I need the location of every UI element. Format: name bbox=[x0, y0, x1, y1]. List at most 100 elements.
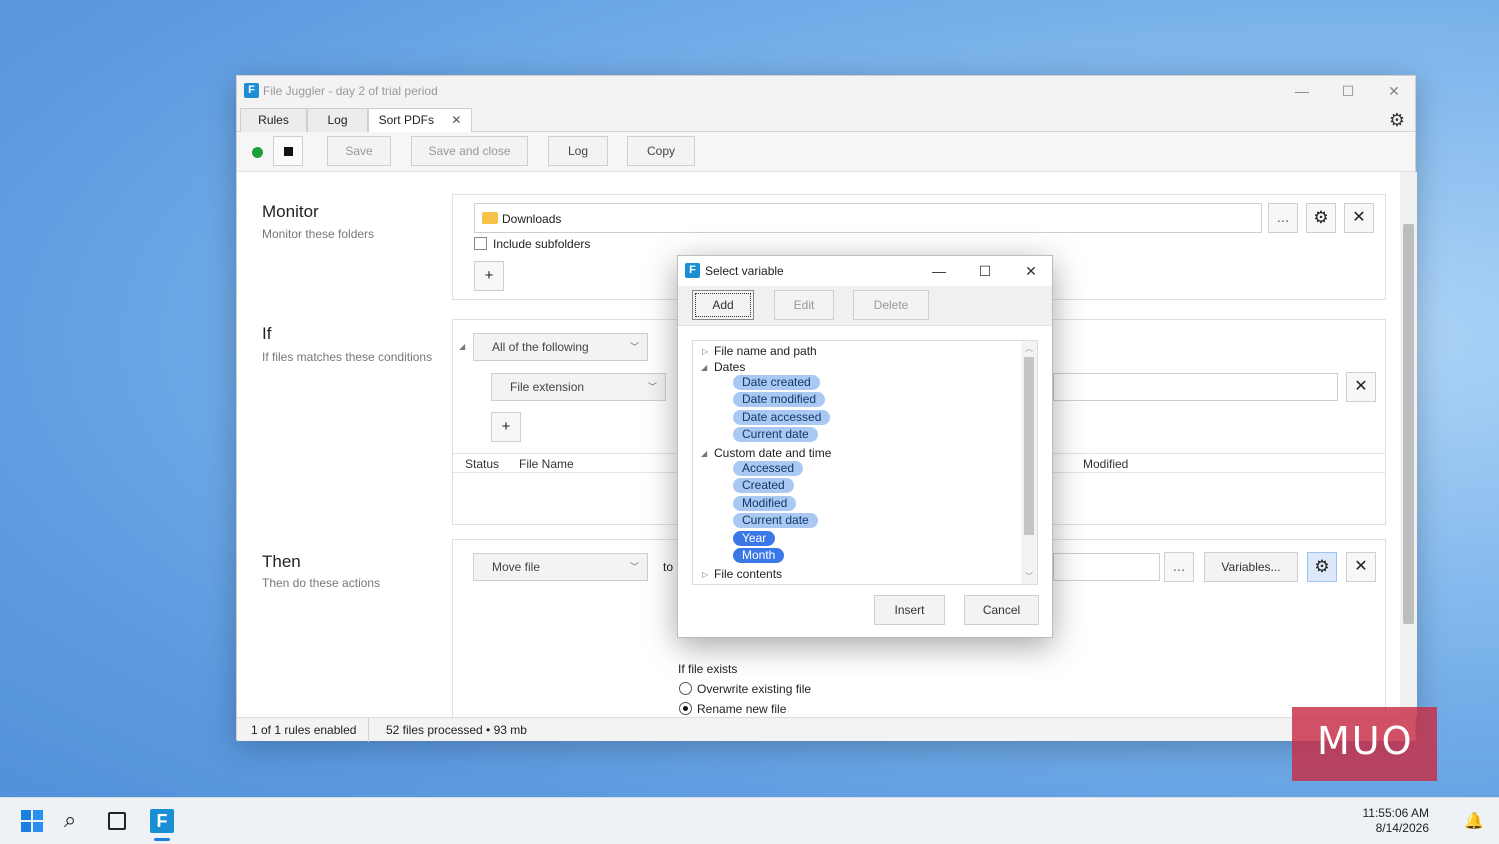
file-juggler-taskbar-icon[interactable]: F bbox=[150, 809, 174, 833]
action-value: Move file bbox=[492, 560, 541, 574]
variable-accessed[interactable]: Accessed bbox=[733, 461, 804, 476]
copy-button[interactable]: Copy bbox=[627, 136, 695, 166]
if-subtitle: If files matches these conditions bbox=[262, 350, 433, 364]
tab-rules[interactable]: Rules bbox=[240, 108, 307, 132]
file-name-column[interactable]: File Name bbox=[519, 457, 574, 471]
rules-enabled-text: 1 of 1 rules enabled bbox=[251, 723, 357, 737]
then-title: Then bbox=[262, 552, 301, 571]
chevron-down-icon: ﹀ bbox=[647, 382, 657, 392]
variable-date-accessed[interactable]: Date accessed bbox=[733, 410, 831, 425]
match-mode-dropdown[interactable]: All of the following ﹀ bbox=[473, 333, 648, 361]
clock-date: 8/14/2026 bbox=[1375, 821, 1429, 835]
windows-start-icon[interactable] bbox=[21, 810, 43, 832]
files-processed-text: 52 files processed • 93 mb bbox=[386, 723, 527, 737]
tree-scrollbar-thumb[interactable] bbox=[1024, 357, 1034, 535]
tab-sort-pdfs[interactable]: Sort PDFs ✕ bbox=[368, 108, 472, 133]
dialog-title-bar[interactable]: F Select variable — ☐ ✕ bbox=[678, 256, 1052, 286]
folder-icon bbox=[482, 212, 498, 224]
expand-triangle-icon[interactable]: ▷ bbox=[702, 570, 708, 579]
collapse-triangle-icon[interactable]: ◢ bbox=[459, 342, 465, 351]
rename-label: Rename new file bbox=[697, 702, 787, 716]
action-gear-icon[interactable]: ⚙ bbox=[1307, 552, 1337, 582]
minimize-button[interactable]: — bbox=[1279, 76, 1325, 106]
scroll-up-icon[interactable]: ︿ bbox=[1025, 343, 1033, 354]
tray-clock[interactable]: 11:55:06 AM 8/14/2026 bbox=[1363, 806, 1430, 836]
save-and-close-button[interactable]: Save and close bbox=[411, 136, 528, 166]
overwrite-radio[interactable] bbox=[679, 682, 692, 695]
add-condition-button[interactable]: + bbox=[491, 412, 521, 442]
active-app-indicator bbox=[154, 838, 170, 841]
main-scrollbar[interactable] bbox=[1400, 172, 1417, 717]
collapse-triangle-icon[interactable]: ◢ bbox=[701, 363, 707, 372]
maximize-button[interactable]: ☐ bbox=[1325, 76, 1371, 106]
remove-action-close-icon[interactable]: ✕ bbox=[1346, 552, 1376, 582]
add-variable-button[interactable]: Add bbox=[692, 290, 754, 320]
monitor-title: Monitor bbox=[262, 202, 319, 221]
variable-modified[interactable]: Modified bbox=[733, 496, 797, 511]
tab-sort-pdfs-label: Sort PDFs bbox=[378, 113, 434, 127]
monitor-folder-field[interactable]: Downloads bbox=[474, 203, 1262, 233]
variable-created[interactable]: Created bbox=[733, 478, 794, 493]
dialog-logo-icon: F bbox=[685, 263, 700, 278]
tree-node-file-contents[interactable]: File contents bbox=[714, 567, 782, 581]
browse-folder-button[interactable]: ... bbox=[1268, 203, 1298, 233]
browse-destination-button[interactable]: ... bbox=[1164, 552, 1194, 582]
condition-value-field[interactable] bbox=[1053, 373, 1338, 401]
tree-node-dates[interactable]: Dates bbox=[714, 360, 745, 374]
stop-icon bbox=[284, 147, 293, 156]
close-window-button[interactable]: ✕ bbox=[1371, 76, 1417, 106]
dialog-maximize-button[interactable]: ☐ bbox=[962, 256, 1008, 286]
variable-current-date[interactable]: Current date bbox=[733, 427, 818, 442]
status-column[interactable]: Status bbox=[465, 457, 499, 471]
title-bar[interactable]: F File Juggler - day 2 of trial period —… bbox=[237, 76, 1415, 106]
scroll-down-icon[interactable]: ﹀ bbox=[1025, 571, 1033, 582]
add-folder-button[interactable]: + bbox=[474, 261, 504, 291]
edit-variable-button[interactable]: Edit bbox=[774, 290, 834, 320]
insert-button[interactable]: Insert bbox=[874, 595, 945, 625]
chevron-down-icon: ﹀ bbox=[629, 562, 639, 572]
overwrite-label: Overwrite existing file bbox=[697, 682, 812, 696]
dialog-minimize-button[interactable]: — bbox=[916, 256, 962, 286]
notification-bell-icon[interactable]: 🔔 bbox=[1464, 811, 1484, 831]
destination-path-field[interactable] bbox=[1053, 553, 1160, 581]
condition-field-dropdown[interactable]: File extension ﹀ bbox=[491, 373, 666, 401]
variables-button[interactable]: Variables... bbox=[1204, 552, 1298, 582]
remove-folder-close-icon[interactable]: ✕ bbox=[1344, 203, 1374, 233]
tab-close-icon[interactable]: ✕ bbox=[451, 113, 461, 127]
tree-node-custom-date-time[interactable]: Custom date and time bbox=[714, 446, 831, 460]
include-subfolders-checkbox[interactable] bbox=[474, 237, 487, 250]
delete-variable-button[interactable]: Delete bbox=[853, 290, 929, 320]
tab-log[interactable]: Log bbox=[307, 108, 368, 132]
file-explorer-icon[interactable] bbox=[108, 812, 126, 830]
tree-scrollbar[interactable]: ︿ ﹀ bbox=[1021, 341, 1037, 584]
log-button[interactable]: Log bbox=[548, 136, 608, 166]
taskbar: ⌕ F 11:55:06 AM 8/14/2026 🔔 bbox=[0, 797, 1499, 844]
variable-date-modified[interactable]: Date modified bbox=[733, 392, 826, 407]
variable-custom-current-date[interactable]: Current date bbox=[733, 513, 818, 528]
tree-node-file-name-path[interactable]: File name and path bbox=[714, 344, 817, 358]
select-variable-dialog: F Select variable — ☐ ✕ Add Edit Delete … bbox=[677, 255, 1053, 638]
dialog-close-button[interactable]: ✕ bbox=[1008, 256, 1054, 286]
expand-triangle-icon[interactable]: ▷ bbox=[702, 347, 708, 356]
dialog-title: Select variable bbox=[705, 264, 784, 278]
monitor-gear-icon[interactable]: ⚙ bbox=[1306, 203, 1336, 233]
save-button[interactable]: Save bbox=[327, 136, 391, 166]
stop-button[interactable] bbox=[273, 136, 303, 166]
variable-date-created[interactable]: Date created bbox=[733, 375, 820, 390]
settings-gear-icon[interactable]: ⚙ bbox=[1389, 110, 1405, 131]
action-dropdown[interactable]: Move file ﹀ bbox=[473, 553, 648, 581]
rename-radio[interactable] bbox=[679, 702, 692, 715]
collapse-triangle-icon[interactable]: ◢ bbox=[701, 449, 707, 458]
variable-year[interactable]: Year bbox=[733, 531, 776, 546]
window-title: File Juggler - day 2 of trial period bbox=[263, 84, 438, 98]
remove-condition-close-icon[interactable]: ✕ bbox=[1346, 372, 1376, 402]
condition-field-value: File extension bbox=[510, 380, 585, 394]
search-icon[interactable]: ⌕ bbox=[64, 807, 76, 833]
app-logo-icon: F bbox=[244, 83, 259, 98]
modified-column[interactable]: Modified bbox=[1083, 457, 1128, 471]
main-scrollbar-thumb[interactable] bbox=[1403, 224, 1414, 624]
cancel-button[interactable]: Cancel bbox=[964, 595, 1039, 625]
variable-month[interactable]: Month bbox=[733, 548, 785, 563]
status-bar: 1 of 1 rules enabled 52 files processed … bbox=[237, 717, 1415, 742]
clock-time: 11:55:06 AM bbox=[1362, 806, 1430, 820]
